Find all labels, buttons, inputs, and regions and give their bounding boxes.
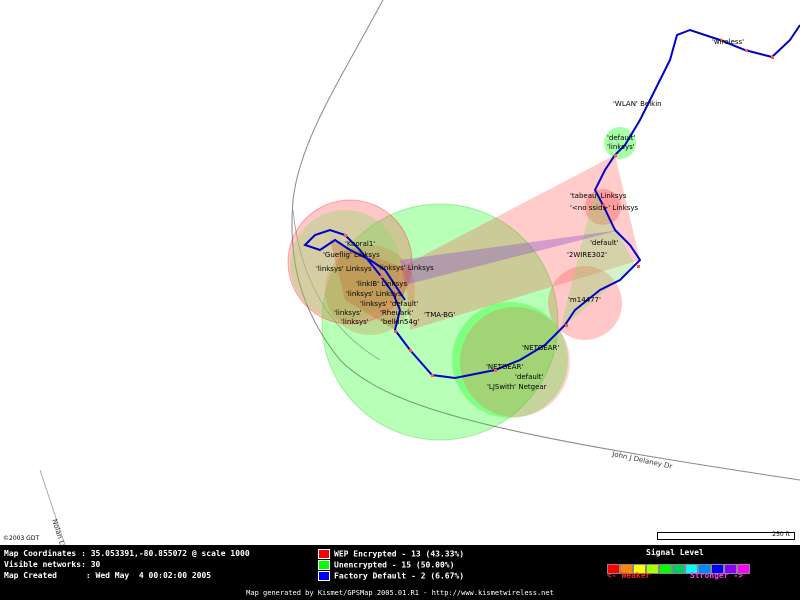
- legend-wep-label: WEP Encrypted - 13 (43.33%): [334, 549, 465, 559]
- coords-label: Map Coordinates: [4, 549, 77, 558]
- network-label[interactable]: 'Gueflig' Linksys: [323, 251, 380, 259]
- signal-weaker-label: <- Weaker: [607, 571, 651, 580]
- open-swatch-icon: [318, 560, 330, 570]
- network-label[interactable]: 'linksys': [341, 318, 369, 326]
- network-label[interactable]: '<no ssid>' Linksys: [570, 204, 639, 212]
- network-label[interactable]: 'linksys': [360, 300, 388, 308]
- network-label[interactable]: 'linksys': [607, 143, 635, 151]
- info-footer: Map Coordinates : 35.053391,-80.855072 @…: [0, 545, 800, 600]
- generated-by-text: Map generated by Kismet/GPSMap 2005.01.R…: [246, 589, 554, 597]
- default-swatch-icon: [318, 571, 330, 581]
- scale-bar: 250 ft: [657, 531, 795, 540]
- network-label[interactable]: 'WLAN' Belkin: [613, 100, 662, 108]
- network-label[interactable]: 'linksys' Linksys: [378, 264, 434, 272]
- network-label[interactable]: 'NETGEAR': [522, 344, 559, 352]
- map-canvas[interactable]: John J Delaney Dr Nolan Ln 'wireless' 'W…: [0, 0, 800, 545]
- visible-label: Visible networks: [4, 560, 82, 569]
- visible-value: 30: [90, 560, 101, 569]
- network-label[interactable]: 'Kooral1': [345, 240, 375, 248]
- legend-open-label: Unencrypted - 15 (50.00%): [334, 560, 455, 570]
- map-coordinates-row: Map Coordinates : 35.053391,-80.855072 @…: [4, 549, 250, 558]
- signal-title: Signal Level: [646, 548, 704, 557]
- map-created-row: Map Created : Wed May 4 00:02:00 2005: [4, 571, 212, 580]
- network-label[interactable]: 'linksys': [334, 309, 362, 317]
- network-label[interactable]: 'default': [390, 300, 419, 308]
- network-label[interactable]: 'linkIB' Linksys: [356, 280, 407, 288]
- network-label[interactable]: 'belkin54g': [381, 318, 419, 326]
- visible-networks-row: Visible networks: 30: [4, 560, 101, 569]
- signal-swatch: [659, 564, 672, 574]
- signal-stronger-label: Stronger ->: [690, 571, 743, 580]
- coords-value: 35.053391,-80.855072 @ scale 1000: [90, 549, 250, 558]
- network-label[interactable]: 'LJSwith' Netgear: [487, 383, 547, 391]
- network-label[interactable]: '2WIRE302': [567, 251, 607, 259]
- signal-swatch: [672, 564, 685, 574]
- scale-label: 250 ft: [772, 531, 790, 538]
- network-label[interactable]: 'tabeau' Linksys: [570, 192, 627, 200]
- network-label[interactable]: 'NETGEAR': [486, 363, 523, 371]
- wep-swatch-icon: [318, 549, 330, 559]
- network-label[interactable]: 'linksys' Linksys: [316, 265, 372, 273]
- map-svg: John J Delaney Dr Nolan Ln 'wireless' 'W…: [39, 0, 800, 545]
- map-copyright: ©2003 GDT: [3, 535, 40, 542]
- network-label[interactable]: 'TMA-BG': [424, 311, 455, 319]
- network-label[interactable]: 'default': [590, 239, 619, 247]
- legend-open: Unencrypted - 15 (50.00%): [318, 560, 454, 570]
- network-label[interactable]: 'wireless': [712, 38, 744, 46]
- road-label-nolan: Nolan Ln: [50, 518, 67, 545]
- network-label[interactable]: 'm14477': [568, 296, 601, 304]
- legend-wep: WEP Encrypted - 13 (43.33%): [318, 549, 464, 559]
- network-label[interactable]: 'Rheuark': [380, 309, 413, 317]
- network-label[interactable]: 'default': [515, 373, 544, 381]
- network-label[interactable]: 'default': [607, 134, 636, 142]
- created-value: Wed May 4 00:02:00 2005: [95, 571, 212, 580]
- legend-default: Factory Default - 2 (6.67%): [318, 571, 464, 581]
- legend-default-label: Factory Default - 2 (6.67%): [334, 571, 465, 581]
- road-label-delaney: John J Delaney Dr: [611, 450, 673, 471]
- created-label: Map Created: [4, 571, 57, 580]
- network-label[interactable]: 'linksys' Linksys: [346, 290, 402, 298]
